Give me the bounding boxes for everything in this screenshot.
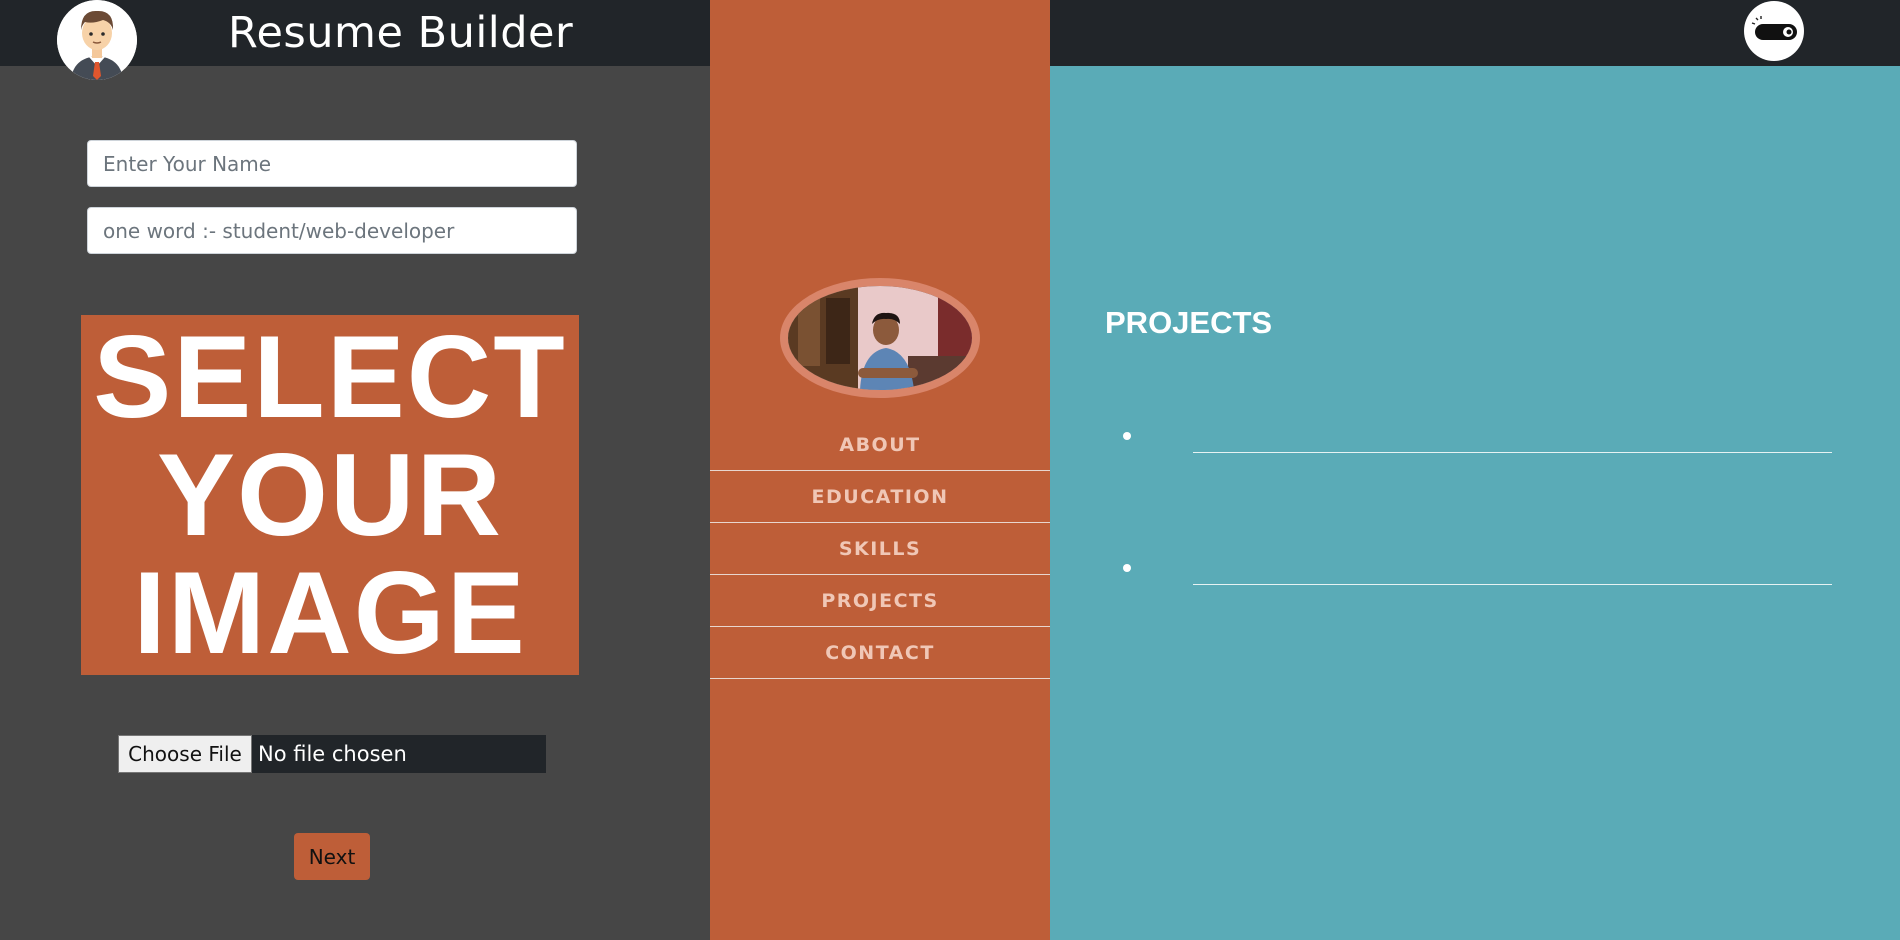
resume-preview-panel: PROJECTS [1050,0,1900,940]
next-button[interactable]: Next [294,833,370,880]
nav-item-projects[interactable]: PROJECTS [710,575,1050,627]
nav-item-contact[interactable]: CONTACT [710,627,1050,679]
resume-nav-column: ABOUT EDUCATION SKILLS PROJECTS CONTACT [710,0,1050,940]
select-image-line-3: IMAGE [133,547,527,678]
bullet-icon [1123,564,1131,572]
file-picker[interactable]: Choose File No file chosen [118,735,546,773]
select-image-line-2: YOUR [156,429,504,560]
dark-mode-toggle-icon[interactable] [1744,1,1804,61]
select-image-banner[interactable]: SELECT YOUR IMAGE [81,315,579,675]
editor-panel: Resume Builder SELECT YOUR IMAGE Choose … [0,0,710,940]
file-status-text: No file chosen [258,742,407,766]
nav-item-about[interactable]: ABOUT [710,419,1050,471]
project-input-1[interactable] [1193,422,1832,453]
section-nav: ABOUT EDUCATION SKILLS PROJECTS CONTACT [710,419,1050,679]
bullet-icon [1123,432,1131,440]
project-input-2[interactable] [1193,554,1832,585]
profile-photo [780,278,980,398]
user-avatar-icon [57,0,137,80]
section-heading: PROJECTS [1105,305,1273,340]
choose-file-button[interactable]: Choose File [118,735,252,773]
project-list-item [1123,422,1843,453]
nav-item-education[interactable]: EDUCATION [710,471,1050,523]
name-input[interactable] [87,140,577,187]
app-title: Resume Builder [228,8,574,58]
nav-item-skills[interactable]: SKILLS [710,523,1050,575]
project-list-item [1123,554,1843,585]
role-input[interactable] [87,207,577,254]
select-image-line-1: SELECT [93,311,567,442]
